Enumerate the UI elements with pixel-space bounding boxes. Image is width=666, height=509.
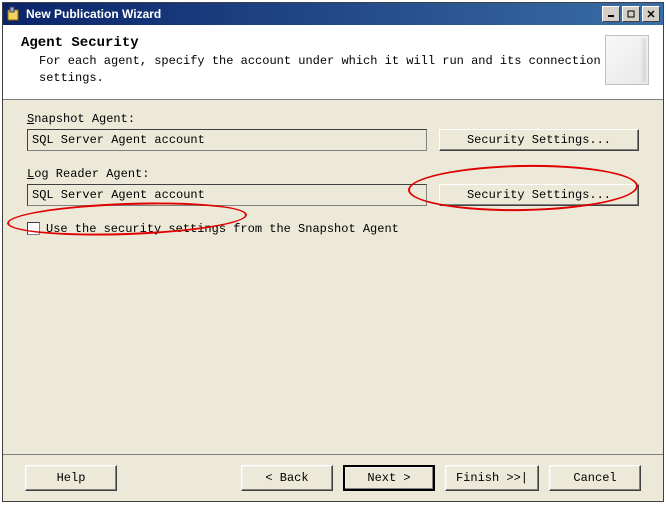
footer-panel: Help < Back Next > Finish >>| Cancel	[3, 454, 663, 501]
app-icon	[6, 6, 22, 22]
log-reader-agent-account-field[interactable]	[27, 184, 427, 206]
maximize-button[interactable]	[622, 6, 640, 22]
window-title: New Publication Wizard	[26, 7, 602, 21]
close-button[interactable]	[642, 6, 660, 22]
log-reader-security-settings-button[interactable]: Security Settings...	[439, 184, 639, 206]
next-button[interactable]: Next >	[343, 465, 435, 491]
wizard-window: New Publication Wizard Agent Security Fo…	[2, 2, 664, 502]
wizard-graphic	[605, 35, 649, 85]
snapshot-agent-account-field[interactable]	[27, 129, 427, 151]
log-reader-agent-label: Log Reader Agent:	[27, 167, 639, 181]
finish-button[interactable]: Finish >>|	[445, 465, 539, 491]
page-description: For each agent, specify the account unde…	[39, 53, 605, 87]
cancel-button[interactable]: Cancel	[549, 465, 641, 491]
snapshot-agent-label: Snapshot Agent:	[27, 112, 639, 126]
use-snapshot-settings-checkbox[interactable]	[27, 222, 40, 235]
header-panel: Agent Security For each agent, specify t…	[3, 25, 663, 100]
back-button[interactable]: < Back	[241, 465, 333, 491]
snapshot-security-settings-button[interactable]: Security Settings...	[439, 129, 639, 151]
body-panel: Snapshot Agent: Security Settings... Log…	[3, 100, 663, 454]
titlebar: New Publication Wizard	[3, 3, 663, 25]
use-snapshot-settings-label: Use the security settings from the Snaps…	[46, 222, 399, 236]
minimize-button[interactable]	[602, 6, 620, 22]
help-button[interactable]: Help	[25, 465, 117, 491]
page-title: Agent Security	[21, 35, 605, 51]
